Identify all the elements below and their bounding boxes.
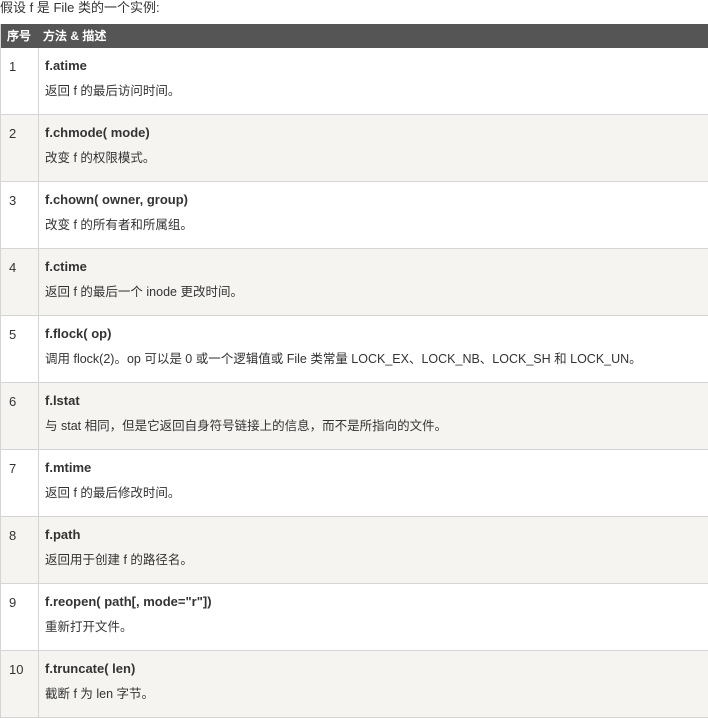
table-row: 10 f.truncate( len) 截断 f 为 len 字节。 — [1, 651, 708, 718]
table-row: 8 f.path 返回用于创建 f 的路径名。 — [1, 517, 708, 584]
row-number: 4 — [1, 249, 39, 315]
row-content: f.ctime 返回 f 的最后一个 inode 更改时间。 — [39, 249, 708, 315]
row-content: f.lstat 与 stat 相同，但是它返回自身符号链接上的信息，而不是所指向… — [39, 383, 708, 449]
row-number: 7 — [1, 450, 39, 516]
row-number: 2 — [1, 115, 39, 181]
table-row: 1 f.atime 返回 f 的最后访问时间。 — [1, 48, 708, 115]
methods-table: 序号 方法 & 描述 1 f.atime 返回 f 的最后访问时间。 2 f.c… — [0, 24, 708, 718]
row-number: 8 — [1, 517, 39, 583]
method-name: f.lstat — [45, 393, 80, 408]
method-name: f.flock( op) — [45, 326, 112, 341]
row-content: f.flock( op) 调用 flock(2)。op 可以是 0 或一个逻辑值… — [39, 316, 708, 382]
method-description: 返回 f 的最后访问时间。 — [45, 84, 181, 98]
method-description: 截断 f 为 len 字节。 — [45, 687, 155, 701]
row-number: 6 — [1, 383, 39, 449]
row-number: 3 — [1, 182, 39, 248]
method-description: 改变 f 的所有者和所属组。 — [45, 218, 193, 232]
row-content: f.mtime 返回 f 的最后修改时间。 — [39, 450, 708, 516]
method-description: 与 stat 相同，但是它返回自身符号链接上的信息，而不是所指向的文件。 — [45, 419, 448, 433]
method-name: f.ctime — [45, 259, 87, 274]
table-row: 9 f.reopen( path[, mode="r"]) 重新打开文件。 — [1, 584, 708, 651]
table-row: 6 f.lstat 与 stat 相同，但是它返回自身符号链接上的信息，而不是所… — [1, 383, 708, 450]
row-content: f.truncate( len) 截断 f 为 len 字节。 — [39, 651, 708, 717]
header-method-description: 方法 & 描述 — [43, 29, 107, 43]
method-name: f.reopen( path[, mode="r"]) — [45, 594, 212, 609]
method-description: 重新打开文件。 — [45, 620, 133, 634]
table-row: 5 f.flock( op) 调用 flock(2)。op 可以是 0 或一个逻… — [1, 316, 708, 383]
intro-text: 假设 f 是 File 类的一个实例: — [0, 0, 160, 15]
method-name: f.mtime — [45, 460, 92, 475]
table-row: 3 f.chown( owner, group) 改变 f 的所有者和所属组。 — [1, 182, 708, 249]
row-number: 9 — [1, 584, 39, 650]
method-description: 调用 flock(2)。op 可以是 0 或一个逻辑值或 File 类常量 LO… — [45, 352, 642, 366]
row-number: 5 — [1, 316, 39, 382]
row-content: f.atime 返回 f 的最后访问时间。 — [39, 48, 708, 114]
method-name: f.atime — [45, 58, 87, 73]
method-name: f.chmode( mode) — [45, 125, 150, 140]
row-content: f.chown( owner, group) 改变 f 的所有者和所属组。 — [39, 182, 708, 248]
table-row: 4 f.ctime 返回 f 的最后一个 inode 更改时间。 — [1, 249, 708, 316]
method-description: 返回 f 的最后修改时间。 — [45, 486, 181, 500]
method-name: f.chown( owner, group) — [45, 192, 188, 207]
method-name: f.path — [45, 527, 81, 542]
row-content: f.chmode( mode) 改变 f 的权限模式。 — [39, 115, 708, 181]
row-content: f.reopen( path[, mode="r"]) 重新打开文件。 — [39, 584, 708, 650]
header-number: 序号 — [7, 29, 32, 43]
method-name: f.truncate( len) — [45, 661, 136, 676]
method-description: 返回 f 的最后一个 inode 更改时间。 — [45, 285, 243, 299]
table-header: 序号 方法 & 描述 — [1, 24, 708, 48]
table-row: 2 f.chmode( mode) 改变 f 的权限模式。 — [1, 115, 708, 182]
row-content: f.path 返回用于创建 f 的路径名。 — [39, 517, 708, 583]
row-number: 1 — [1, 48, 39, 114]
method-description: 改变 f 的权限模式。 — [45, 151, 156, 165]
table-row: 7 f.mtime 返回 f 的最后修改时间。 — [1, 450, 708, 517]
method-description: 返回用于创建 f 的路径名。 — [45, 553, 193, 567]
row-number: 10 — [1, 651, 39, 717]
